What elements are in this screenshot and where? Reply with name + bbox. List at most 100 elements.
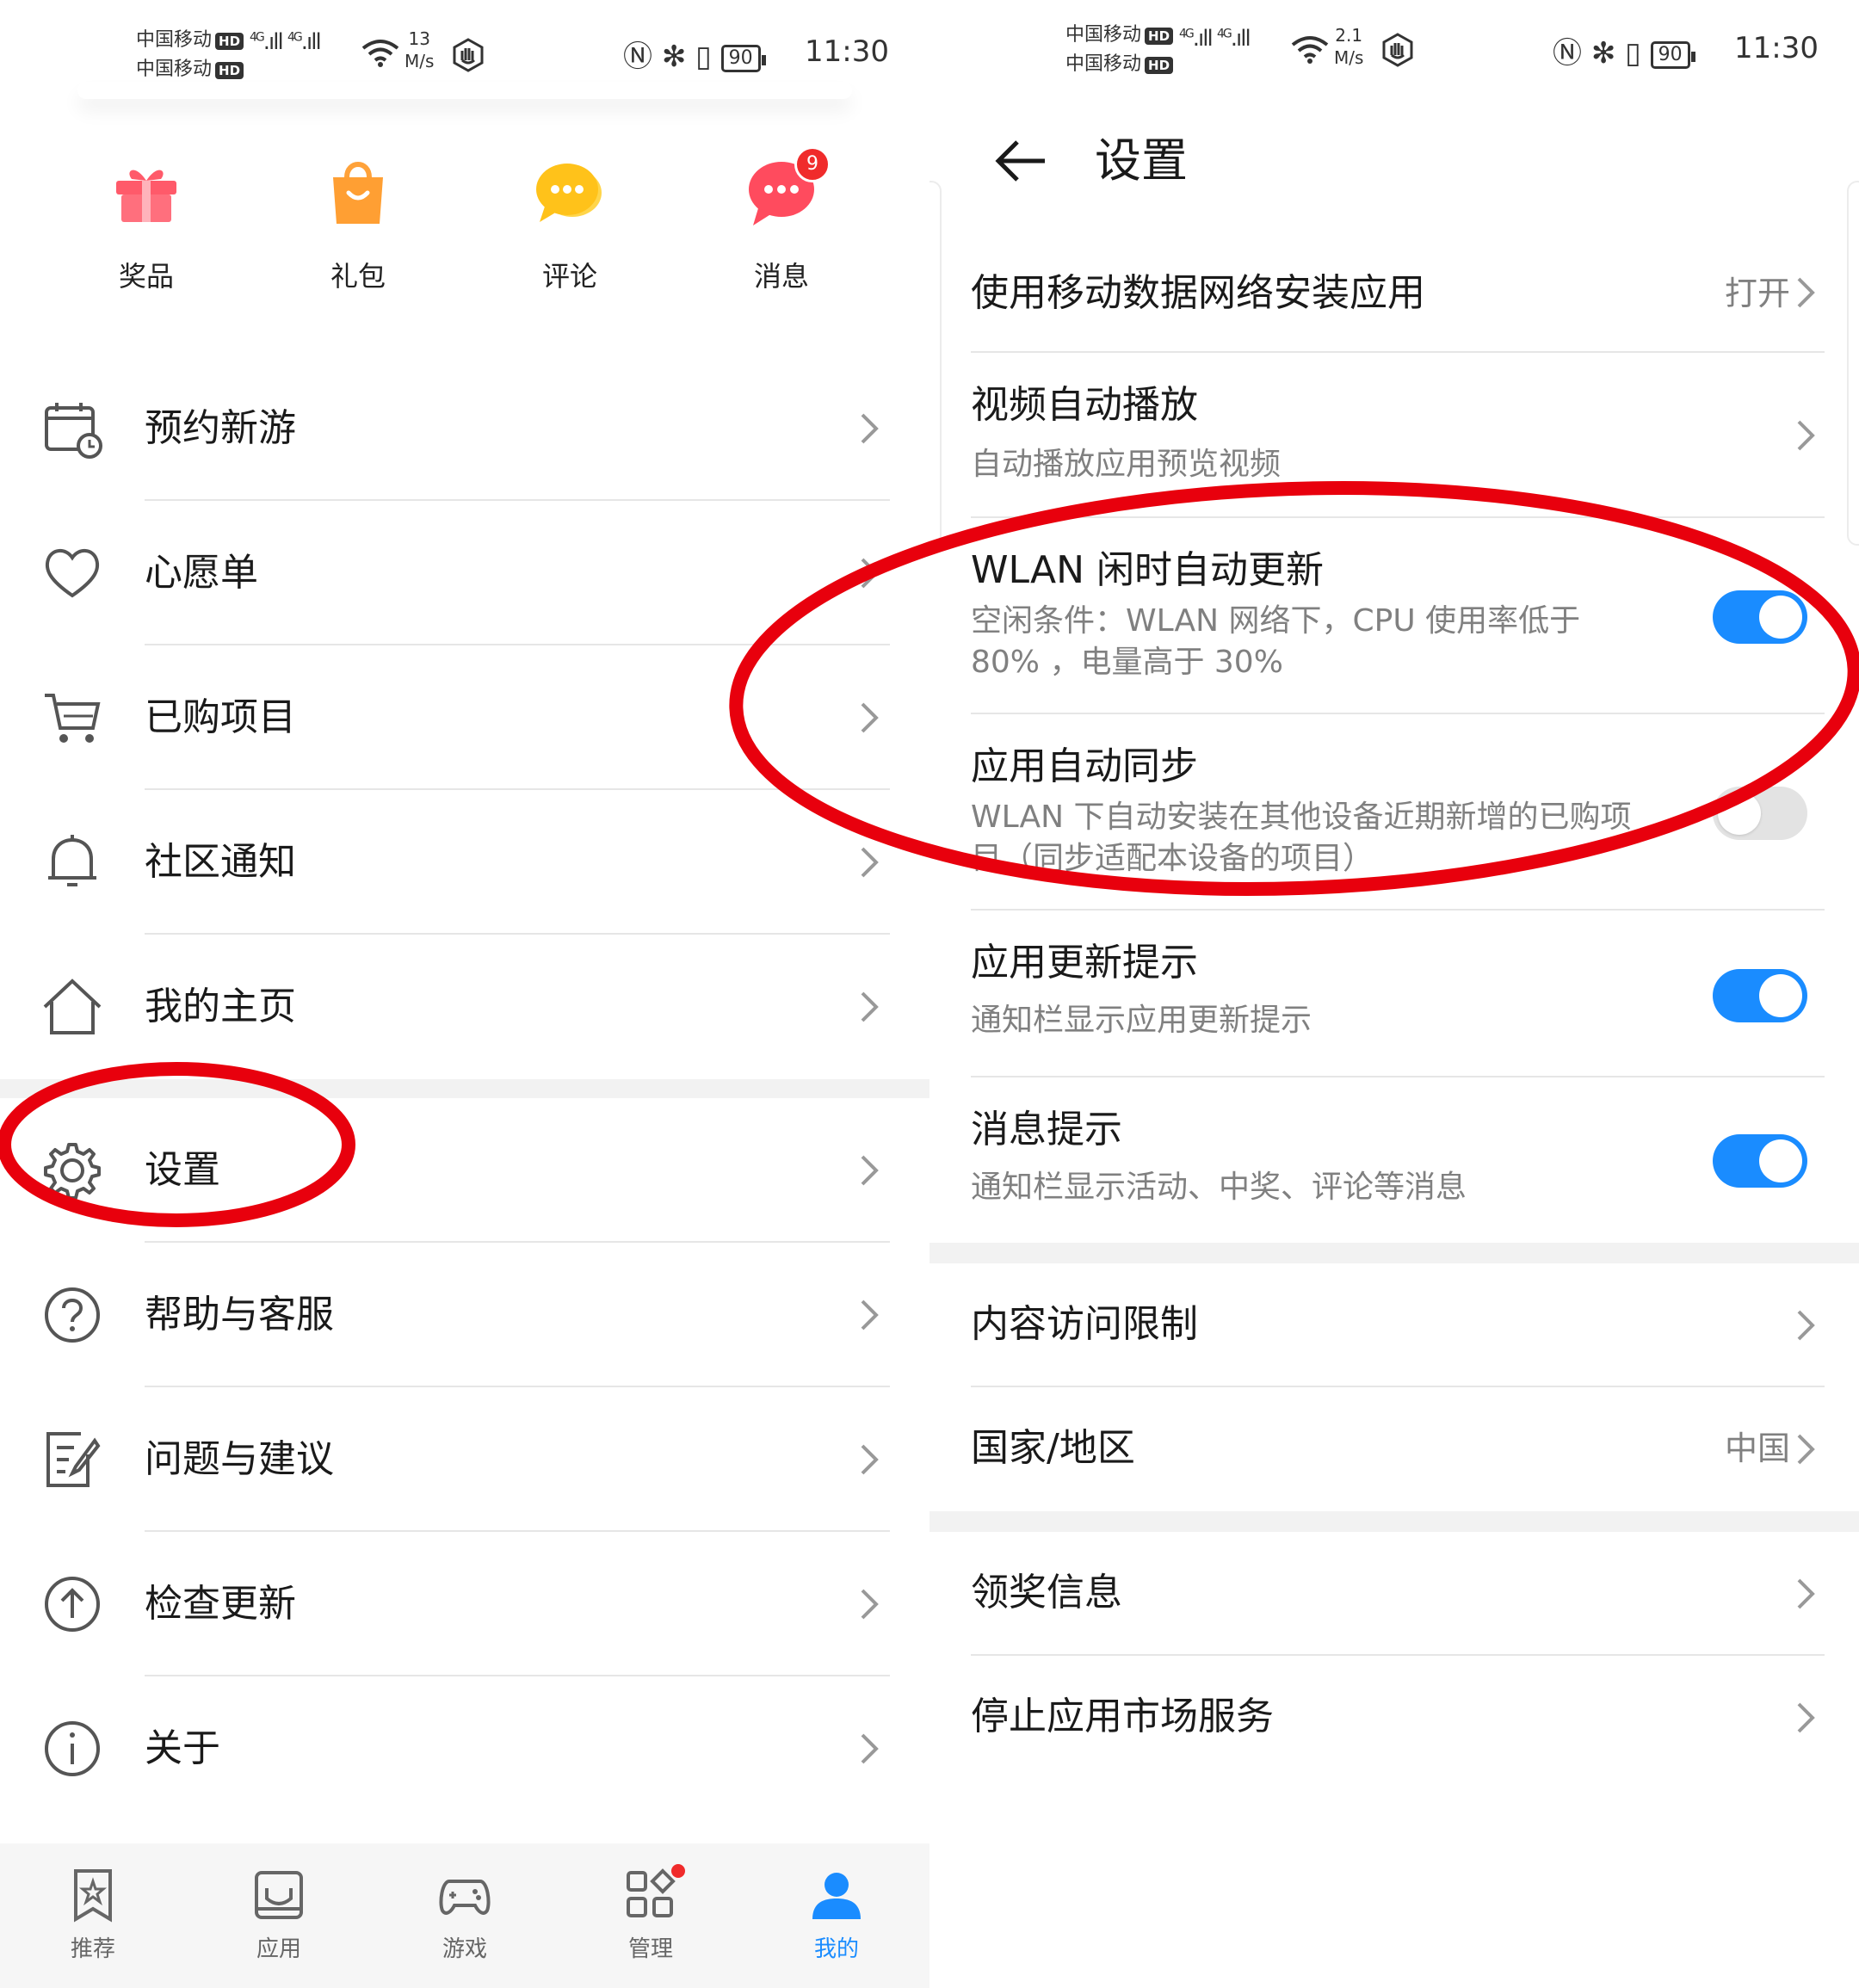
chevron-right-icon: [861, 413, 879, 444]
help-circle-icon: [45, 1287, 100, 1343]
menu-label: 检查更新: [145, 1582, 296, 1626]
menu-item-my-homepage[interactable]: 我的主页: [0, 935, 930, 1079]
home-icon: [43, 979, 102, 1034]
comment-bubble-icon: [533, 155, 607, 229]
update-notice-toggle[interactable]: [1713, 969, 1807, 1022]
nfc-icon: Ⓝ: [623, 40, 652, 74]
tab-label: 推荐: [70, 1936, 115, 1962]
tab-label: 游戏: [442, 1936, 487, 1962]
menu-label: 我的主页: [145, 985, 296, 1028]
setting-mobile-data-install[interactable]: 使用移动数据网络安装应用 打开: [930, 232, 1859, 353]
star-bookmark-icon: [74, 1869, 112, 1923]
menu-item-check-update[interactable]: 检查更新: [0, 1532, 930, 1676]
battery-icon: 90: [720, 44, 766, 72]
shortcut-label: 消息: [753, 260, 809, 293]
chevron-right-icon: [861, 847, 879, 878]
setting-label: 领奖信息: [971, 1571, 1122, 1614]
my-page-panel: 中国移动 HD 中国移动 HD 4G.ıll 4G.ıll 13 M/s Ⓝ ✻ ▯ …: [0, 0, 930, 1988]
wifi-icon: [1291, 36, 1329, 64]
signal-icon: 4G.ıll 4G.ıll: [250, 29, 322, 55]
tab-label: 管理: [627, 1936, 673, 1962]
menu-item-community-notice[interactable]: 社区通知: [0, 790, 930, 935]
vibrate-icon: ▯: [1625, 36, 1641, 71]
menu-label: 帮助与客服: [145, 1293, 334, 1337]
setting-description: 通知栏显示活动、中奖、评论等消息: [971, 1170, 1467, 1205]
nfc-icon: Ⓝ: [1553, 36, 1582, 71]
gift-icon: [109, 155, 183, 229]
hd-badge: HD: [215, 33, 244, 50]
chevron-right-icon: [861, 558, 879, 589]
menu-item-wishlist[interactable]: 心愿单: [0, 501, 930, 645]
setting-video-autoplay[interactable]: 视频自动播放 自动播放应用预览视频: [930, 353, 1859, 518]
tab-label: 我的: [813, 1936, 859, 1962]
tab-apps[interactable]: 应用: [227, 1868, 330, 1963]
setting-label: WLAN 闲时自动更新: [971, 548, 1325, 592]
chevron-right-icon: [861, 991, 879, 1022]
vibrate-icon: ▯: [695, 40, 712, 74]
comment-shortcut[interactable]: 评论: [510, 155, 630, 294]
shortcut-label: 评论: [541, 260, 597, 293]
chevron-right-icon: [861, 1589, 879, 1620]
setting-description: WLAN 下自动安装在其他设备近期新增的已购项目（同步适配本设备的项目）: [971, 800, 1632, 876]
setting-label: 内容访问限制: [971, 1302, 1198, 1346]
cart-icon: [45, 694, 101, 743]
network-speed: 13 M/s: [405, 28, 435, 71]
person-icon: [812, 1873, 861, 1919]
prize-shortcut[interactable]: 奖品: [86, 155, 207, 294]
chevron-right-icon: [1797, 1434, 1815, 1465]
tab-games[interactable]: 游戏: [413, 1868, 516, 1963]
menu-label: 关于: [145, 1726, 220, 1770]
wlan-idle-update-toggle[interactable]: [1713, 590, 1807, 644]
shortcut-label: 奖品: [118, 260, 174, 293]
carrier-info: 中国移动 HD 中国移动 HD: [136, 26, 244, 84]
setting-label: 使用移动数据网络安装应用: [971, 271, 1425, 315]
shortcut-grid: 奖品 礼包 评论 9 消息: [0, 146, 930, 327]
gear-icon: [44, 1143, 101, 1200]
back-arrow-icon[interactable]: [991, 131, 1052, 191]
carrier-info: 中国移动 HD 中国移动 HD: [1065, 21, 1174, 79]
hand-icon: [453, 38, 484, 72]
unread-badge: 9: [794, 146, 831, 182]
giftpack-shortcut[interactable]: 礼包: [298, 155, 418, 294]
tab-mine[interactable]: 我的: [785, 1868, 888, 1963]
chevron-right-icon: [861, 702, 879, 733]
setting-prize-info[interactable]: 领奖信息: [930, 1532, 1859, 1656]
heart-icon: [45, 549, 100, 598]
setting-app-auto-sync: 应用自动同步 WLAN 下自动安装在其他设备近期新增的已购项目（同步适配本设备的…: [930, 714, 1859, 911]
feedback-edit-icon: [46, 1432, 101, 1487]
app-auto-sync-toggle[interactable]: [1713, 787, 1807, 840]
setting-wlan-idle-update: WLAN 闲时自动更新 空闲条件：WLAN 网络下，CPU 使用率低于 80% …: [930, 518, 1859, 714]
menu-item-purchased[interactable]: 已购项目: [0, 645, 930, 790]
menu-label: 心愿单: [145, 551, 258, 595]
setting-value: 打开: [1724, 275, 1790, 312]
status-bar: 中国移动 HD 中国移动 HD 4G.ıll 4G.ıll 2.1 M/s Ⓝ ✻ ▯…: [930, 0, 1859, 103]
setting-stop-service[interactable]: 停止应用市场服务: [930, 1656, 1859, 1780]
setting-label: 应用更新提示: [971, 941, 1198, 985]
tab-recommend[interactable]: 推荐: [41, 1868, 145, 1963]
menu-item-feedback[interactable]: 问题与建议: [0, 1387, 930, 1532]
menu-item-settings[interactable]: 设置: [0, 1098, 930, 1243]
carrier-name: 中国移动: [136, 29, 213, 51]
hd-badge: HD: [215, 62, 244, 79]
carrier-name: 中国移动: [1065, 24, 1142, 46]
setting-label: 消息提示: [971, 1108, 1122, 1151]
carrier-name: 中国移动: [1065, 53, 1142, 75]
setting-content-restriction[interactable]: 内容访问限制: [930, 1263, 1859, 1387]
bluetooth-icon: ✻: [1590, 36, 1616, 71]
carrier-name: 中国移动: [136, 59, 213, 80]
message-notice-toggle[interactable]: [1713, 1134, 1807, 1188]
clock: 11:30: [805, 34, 889, 69]
setting-description: 通知栏显示应用更新提示: [971, 1003, 1312, 1038]
tab-manage[interactable]: 管理: [599, 1864, 702, 1963]
message-shortcut[interactable]: 9 消息: [721, 146, 842, 294]
setting-country-region[interactable]: 国家/地区 中国: [930, 1387, 1859, 1511]
shopping-bag-icon: [321, 155, 395, 229]
tab-label: 应用: [256, 1936, 301, 1962]
menu-item-reserve-games[interactable]: 预约新游: [0, 356, 930, 501]
calendar-clock-icon: [45, 403, 102, 459]
wifi-icon: [361, 40, 399, 67]
message-bubble-icon: 9: [744, 146, 831, 229]
menu-item-help[interactable]: 帮助与客服: [0, 1243, 930, 1387]
menu-item-about[interactable]: 关于: [0, 1676, 930, 1821]
chevron-right-icon: [1797, 277, 1815, 308]
